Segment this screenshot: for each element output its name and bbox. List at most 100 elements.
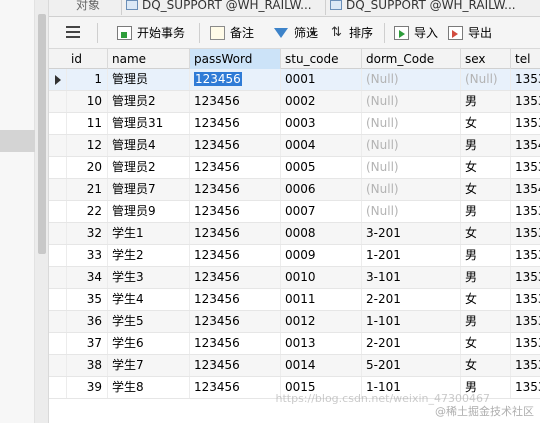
cell-name[interactable]: 学生7	[108, 355, 190, 376]
cell-password[interactable]: 123456	[190, 377, 281, 398]
cell-id[interactable]: 38	[67, 355, 108, 376]
row-marker[interactable]	[49, 267, 67, 288]
begin-transaction-button[interactable]: 开始事务	[117, 23, 185, 43]
row-marker[interactable]	[49, 91, 67, 112]
cell-password[interactable]: 123456	[190, 113, 281, 134]
cell-id[interactable]: 39	[67, 377, 108, 398]
cell-dorm-code[interactable]: (Null)	[362, 157, 461, 178]
table-row[interactable]: 36 学生5 123456 0012 1-101 男 1353	[49, 311, 540, 333]
cell-tel[interactable]: 1353	[511, 311, 540, 332]
cell-sex[interactable]: 男	[461, 267, 511, 288]
cell-dorm-code[interactable]: (Null)	[362, 179, 461, 200]
cell-stu-code[interactable]: 0012	[281, 311, 362, 332]
cell-tel[interactable]: 1354	[511, 179, 540, 200]
row-marker[interactable]	[49, 157, 67, 178]
cell-stu-code[interactable]: 0010	[281, 267, 362, 288]
column-header-password[interactable]: passWord	[190, 49, 281, 69]
row-marker[interactable]	[49, 311, 67, 332]
cell-sex[interactable]: 男	[461, 201, 511, 222]
cell-stu-code[interactable]: 0006	[281, 179, 362, 200]
cell-password[interactable]: 123456	[190, 223, 281, 244]
cell-name[interactable]: 学生1	[108, 223, 190, 244]
cell-name[interactable]: 学生2	[108, 245, 190, 266]
cell-tel[interactable]: 1353	[511, 201, 540, 222]
cell-stu-code[interactable]: 0011	[281, 289, 362, 310]
row-marker[interactable]	[49, 135, 67, 156]
tab-table-1[interactable]: DQ_SUPPORT @WH_RAILW...	[121, 0, 312, 15]
cell-password[interactable]: 123456	[190, 157, 281, 178]
cell-dorm-code[interactable]: 2-201	[362, 289, 461, 310]
pane-scrollbar-thumb[interactable]	[38, 14, 46, 254]
table-row[interactable]: 1 管理员 123456 0001 (Null) (Null) 1353	[49, 69, 540, 91]
cell-name[interactable]: 管理员	[108, 69, 190, 90]
cell-password[interactable]: 123456	[190, 179, 281, 200]
cell-sex[interactable]: 女	[461, 157, 511, 178]
cell-sex[interactable]: 女	[461, 179, 511, 200]
cell-stu-code[interactable]: 0013	[281, 333, 362, 354]
row-marker[interactable]	[49, 201, 67, 222]
column-header-id[interactable]: id	[67, 49, 108, 69]
cell-name[interactable]: 学生3	[108, 267, 190, 288]
cell-tel[interactable]: 1353	[511, 157, 540, 178]
cell-tel[interactable]: 1353	[511, 355, 540, 376]
cell-id[interactable]: 32	[67, 223, 108, 244]
cell-name[interactable]: 管理员2	[108, 157, 190, 178]
cell-id[interactable]: 35	[67, 289, 108, 310]
cell-sex[interactable]: (Null)	[461, 69, 511, 90]
cell-dorm-code[interactable]: (Null)	[362, 135, 461, 156]
cell-id[interactable]: 36	[67, 311, 108, 332]
row-marker[interactable]	[49, 355, 67, 376]
cell-tel[interactable]: 1353	[511, 245, 540, 266]
cell-name[interactable]: 管理员7	[108, 179, 190, 200]
cell-tel[interactable]: 1353	[511, 267, 540, 288]
column-header-tel[interactable]: tel	[511, 49, 540, 69]
table-row[interactable]: 34 学生3 123456 0010 3-101 男 1353	[49, 267, 540, 289]
filter-button[interactable]: 筛选	[274, 23, 318, 43]
cell-stu-code[interactable]: 0014	[281, 355, 362, 376]
cell-id[interactable]: 12	[67, 135, 108, 156]
table-row[interactable]: 10 管理员2 123456 0002 (Null) 男 1353	[49, 91, 540, 113]
cell-id[interactable]: 10	[67, 91, 108, 112]
cell-tel[interactable]: 1353	[511, 69, 540, 90]
cell-dorm-code[interactable]: (Null)	[362, 69, 461, 90]
cell-password[interactable]: 123456	[190, 69, 281, 90]
cell-id[interactable]: 11	[67, 113, 108, 134]
cell-id[interactable]: 34	[67, 267, 108, 288]
table-row[interactable]: 20 管理员2 123456 0005 (Null) 女 1353	[49, 157, 540, 179]
cell-sex[interactable]: 女	[461, 355, 511, 376]
note-button[interactable]: 备注	[210, 23, 254, 43]
cell-id[interactable]: 33	[67, 245, 108, 266]
tab-objects[interactable]: 对象	[76, 0, 100, 15]
cell-dorm-code[interactable]: (Null)	[362, 113, 461, 134]
cell-name[interactable]: 学生8	[108, 377, 190, 398]
cell-password[interactable]: 123456	[190, 91, 281, 112]
cell-name[interactable]: 学生5	[108, 311, 190, 332]
cell-dorm-code[interactable]: 1-201	[362, 245, 461, 266]
cell-dorm-code[interactable]: 2-201	[362, 333, 461, 354]
cell-id[interactable]: 20	[67, 157, 108, 178]
cell-id[interactable]: 22	[67, 201, 108, 222]
export-button[interactable]: 导出	[448, 23, 492, 43]
cell-name[interactable]: 学生6	[108, 333, 190, 354]
cell-password[interactable]: 123456	[190, 201, 281, 222]
cell-stu-code[interactable]: 0003	[281, 113, 362, 134]
cell-dorm-code[interactable]: (Null)	[362, 201, 461, 222]
cell-password[interactable]: 123456	[190, 289, 281, 310]
table-row[interactable]: 12 管理员4 123456 0004 (Null) 男 1354	[49, 135, 540, 157]
table-row[interactable]: 35 学生4 123456 0011 2-201 女 1353	[49, 289, 540, 311]
row-marker[interactable]	[49, 245, 67, 266]
cell-stu-code[interactable]: 0009	[281, 245, 362, 266]
table-row[interactable]: 22 管理员9 123456 0007 (Null) 男 1353	[49, 201, 540, 223]
cell-sex[interactable]: 男	[461, 311, 511, 332]
import-button[interactable]: 导入	[394, 23, 438, 43]
cell-sex[interactable]: 女	[461, 333, 511, 354]
cell-password[interactable]: 123456	[190, 355, 281, 376]
cell-name[interactable]: 管理员9	[108, 201, 190, 222]
column-header-dorm-code[interactable]: dorm_Code	[362, 49, 461, 69]
cell-dorm-code[interactable]: 3-201	[362, 223, 461, 244]
cell-password[interactable]: 123456	[190, 267, 281, 288]
table-row[interactable]: 37 学生6 123456 0013 2-201 女 1353	[49, 333, 540, 355]
cell-tel[interactable]: 1353	[511, 91, 540, 112]
row-marker[interactable]	[49, 289, 67, 310]
cell-tel[interactable]: 1354	[511, 135, 540, 156]
